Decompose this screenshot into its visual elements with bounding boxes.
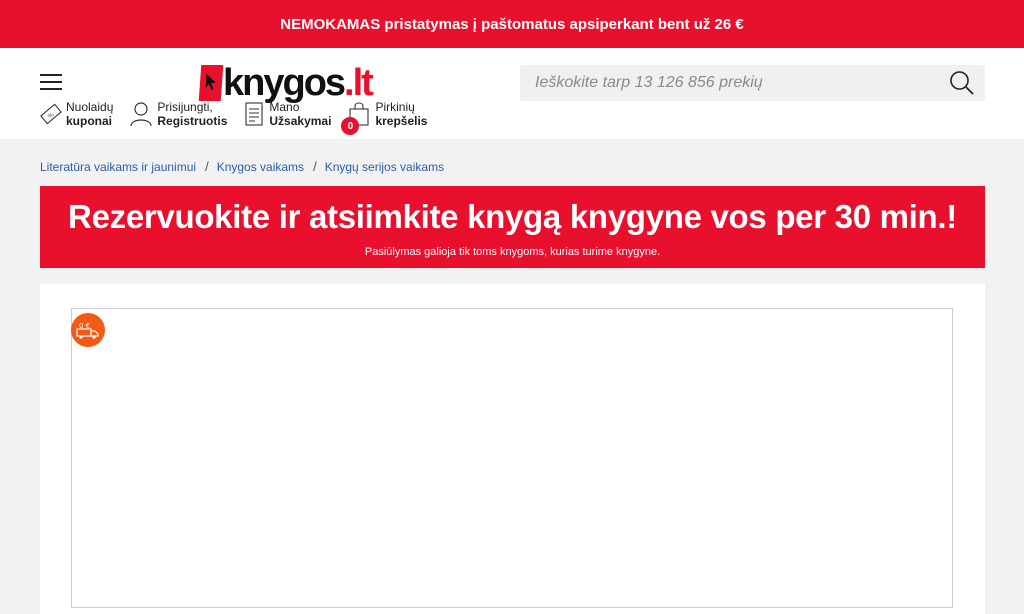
search-input[interactable] — [520, 65, 939, 101]
banner-subtext: Pasiūlymas galioja tik toms knygoms, kur… — [364, 246, 661, 258]
breadcrumb-separator: / — [205, 159, 209, 174]
login-register-link[interactable]: Prisijungti, Registruotis — [129, 100, 227, 128]
search-button[interactable] — [939, 65, 985, 101]
site-logo[interactable]: knygos.lt — [198, 62, 374, 104]
breadcrumb: Literatūra vaikams ir jaunimui / Knygos … — [40, 159, 444, 174]
breadcrumb-separator: / — [313, 159, 317, 174]
breadcrumb-link-youth-literature[interactable]: Literatūra vaikams ir jaunimui — [40, 160, 196, 174]
search-box — [520, 65, 985, 101]
free-delivery-badge: 0 € — [71, 313, 105, 347]
my-orders-link[interactable]: Mano Užsakymai — [243, 100, 331, 128]
free-shipping-promo-bar[interactable]: NEMOKAMAS pristatymas į paštomatus apsip… — [0, 0, 1024, 48]
search-icon — [950, 71, 974, 95]
breadcrumb-link-childrens-books[interactable]: Knygos vaikams — [217, 160, 304, 174]
user-icon — [129, 101, 153, 127]
free-delivery-truck-icon: 0 € — [76, 322, 99, 339]
logo-bookmark-icon — [198, 65, 224, 101]
logo-wordmark: knygos.lt — [223, 62, 374, 104]
product-image[interactable] — [71, 308, 953, 608]
orders-list-icon — [243, 101, 265, 127]
cart-link[interactable]: 0 Pirkinių krepšelis — [341, 100, 427, 135]
promo-text: NEMOKAMAS pristatymas į paštomatus apsip… — [280, 15, 744, 33]
menu-hamburger-icon[interactable] — [40, 74, 62, 90]
svg-text:%: % — [47, 111, 56, 120]
coupons-link[interactable]: % Nuolaidų kuponai — [40, 100, 113, 128]
banner-headline: Rezervuokite ir atsiimkite knygą knygyne… — [68, 198, 957, 235]
product-panel: 0 € — [40, 284, 985, 614]
header-actions-row: % Nuolaidų kuponai Prisijungti, Registruot… — [40, 100, 443, 135]
reserve-pickup-banner[interactable]: Rezervuokite ir atsiimkite knygą knygyne… — [40, 186, 985, 268]
shopping-bag-icon: 0 — [341, 101, 371, 135]
breadcrumb-link-book-series[interactable]: Knygų serijos vaikams — [325, 160, 444, 174]
coupon-icon: % — [40, 103, 62, 125]
